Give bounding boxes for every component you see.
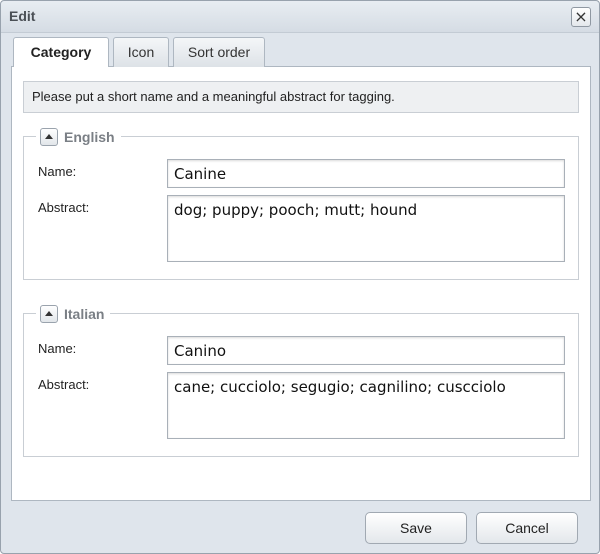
tab-icon[interactable]: Icon xyxy=(113,37,169,67)
italian-legend-label: Italian xyxy=(64,306,105,322)
cancel-button[interactable]: Cancel xyxy=(476,512,578,544)
title-bar[interactable]: Edit × xyxy=(1,1,599,33)
italian-legend: Italian xyxy=(36,303,111,325)
english-abstract-input[interactable]: dog; puppy; pooch; mutt; hound xyxy=(167,195,565,262)
italian-abstract-label: Abstract: xyxy=(38,377,90,392)
english-legend: English xyxy=(36,126,121,148)
english-abstract-label: Abstract: xyxy=(38,200,90,215)
save-button[interactable]: Save xyxy=(365,512,467,544)
english-legend-label: English xyxy=(64,129,115,145)
edit-dialog: Edit × Category Icon Sort order Please p… xyxy=(0,0,600,554)
dialog-title: Edit xyxy=(9,8,36,24)
english-name-label: Name: xyxy=(38,164,77,179)
tab-category[interactable]: Category xyxy=(13,37,109,68)
english-collapse-button[interactable] xyxy=(40,128,58,146)
italian-name-label: Name: xyxy=(38,341,77,356)
category-panel: Please put a short name and a meaningful… xyxy=(11,67,591,501)
english-group: English Name: Abstract: dog; puppy; pooc… xyxy=(23,126,579,280)
italian-collapse-button[interactable] xyxy=(40,305,58,323)
close-icon: × xyxy=(574,7,588,26)
info-message: Please put a short name and a meaningful… xyxy=(23,81,579,113)
italian-abstract-input[interactable]: cane; cucciolo; segugio; cagnilino; cusc… xyxy=(167,372,565,439)
italian-name-input[interactable] xyxy=(167,336,565,365)
italian-group: Italian Name: Abstract: cane; cucciolo; … xyxy=(23,303,579,457)
english-name-input[interactable] xyxy=(167,159,565,188)
tab-strip: Category Icon Sort order xyxy=(11,37,591,68)
tab-sort-order[interactable]: Sort order xyxy=(173,37,265,67)
close-button[interactable]: × xyxy=(571,7,591,27)
